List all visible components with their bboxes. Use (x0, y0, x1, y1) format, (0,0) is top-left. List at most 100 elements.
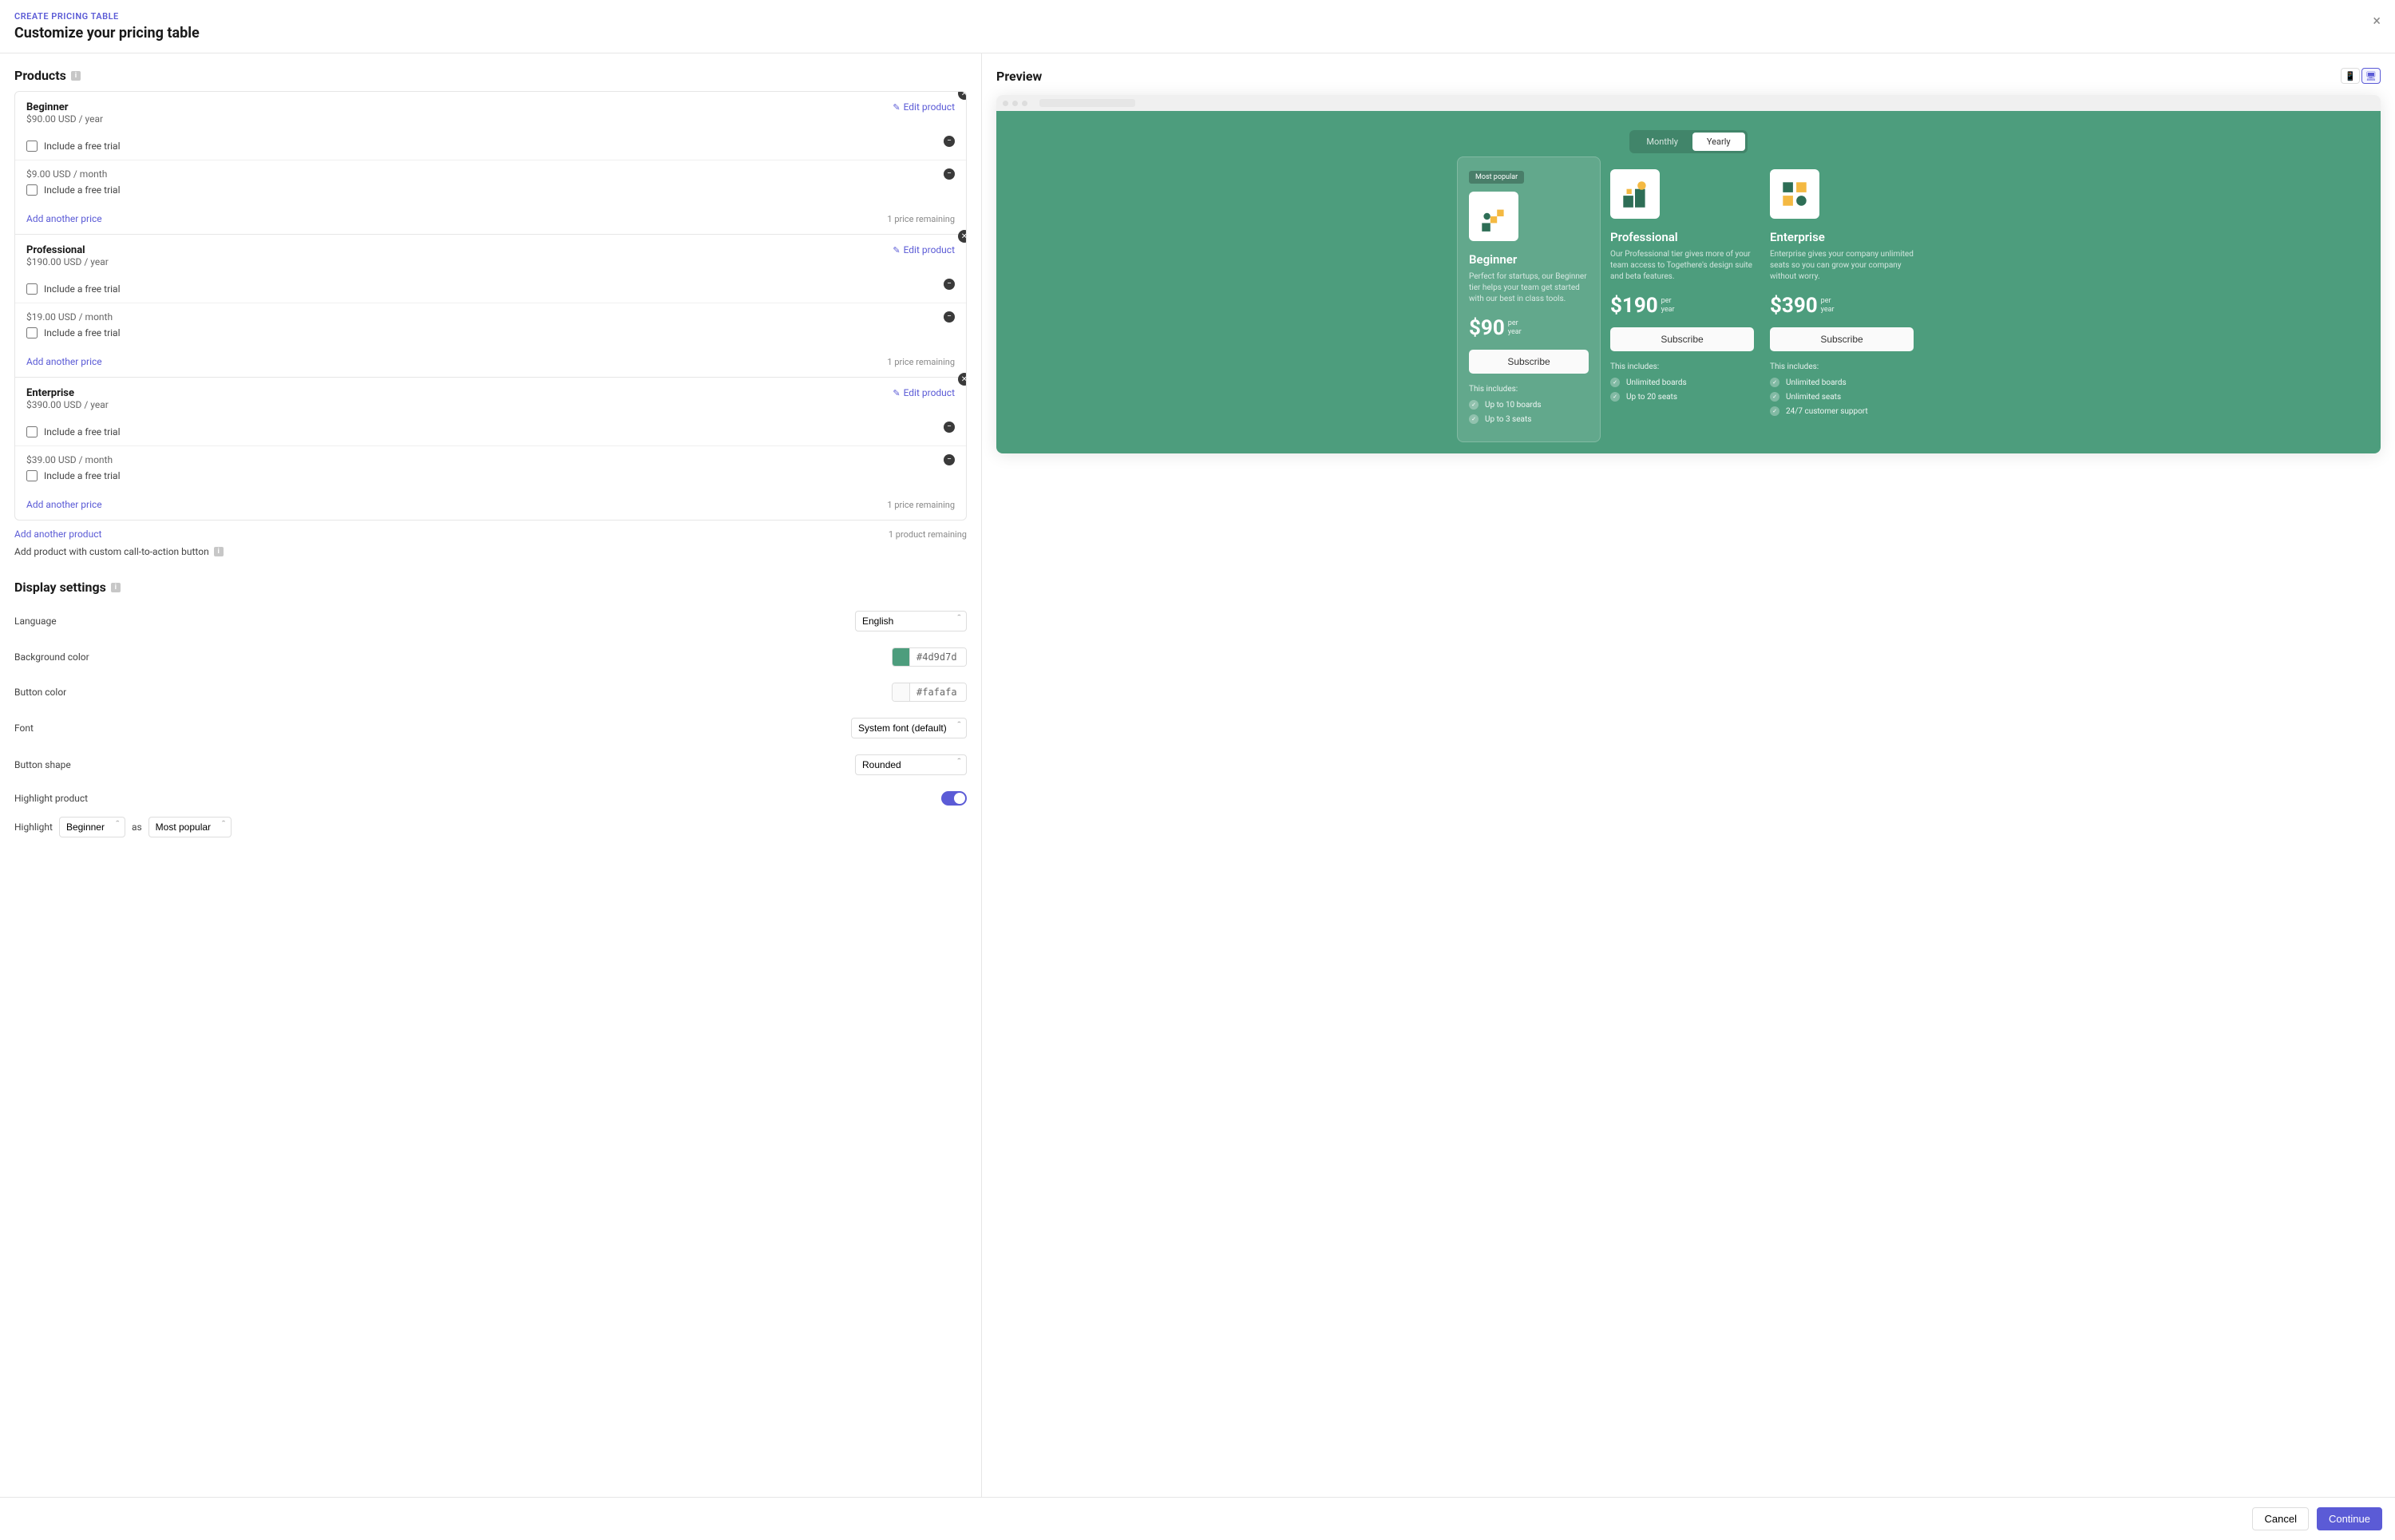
add-another-price-link[interactable]: Add another price (26, 356, 102, 367)
product-price: $390.00 USD / year (26, 399, 955, 410)
remove-price-icon[interactable]: − (944, 422, 955, 433)
edit-product-link[interactable]: Edit product (893, 244, 955, 255)
free-trial-label: Include a free trial (44, 426, 121, 437)
plan-icon (1770, 169, 1819, 219)
free-trial-label: Include a free trial (44, 184, 121, 196)
device-mobile-button[interactable]: 📱 (2341, 68, 2360, 84)
plan-price: $90peryear (1469, 316, 1589, 340)
plan-icon (1610, 169, 1660, 219)
plan-description: Enterprise gives your company unlimited … (1770, 249, 1914, 283)
products-heading-text: Products (14, 68, 66, 83)
preview-browser: Monthly Yearly Most popular Beginner Perfe… (996, 95, 2381, 453)
plan-name: Professional (1610, 230, 1754, 244)
breadcrumb: CREATE PRICING TABLE (14, 11, 2381, 22)
subscribe-button[interactable]: Subscribe (1469, 350, 1589, 374)
includes-label: This includes: (1469, 385, 1589, 394)
plan-description: Our Professional tier gives more of your… (1610, 249, 1754, 283)
highlight-product-select[interactable]: Beginner (59, 817, 125, 837)
language-label: Language (14, 616, 57, 627)
add-another-product-link[interactable]: Add another product (14, 529, 101, 540)
plan-icon (1469, 192, 1518, 241)
product-name: Beginner (26, 101, 955, 113)
free-trial-checkbox[interactable]: Include a free trial (26, 470, 955, 481)
close-icon[interactable]: × (2373, 13, 2381, 30)
info-icon[interactable]: i (214, 547, 224, 556)
free-trial-checkbox[interactable]: Include a free trial (26, 184, 955, 196)
bg-color-input[interactable] (892, 647, 967, 667)
product-card: ✕Enterprise$390.00 USD / yearEdit produc… (15, 378, 966, 520)
free-trial-label: Include a free trial (44, 283, 121, 295)
product-price: $90.00 USD / year (26, 113, 955, 125)
free-trial-label: Include a free trial (44, 470, 121, 481)
period-monthly[interactable]: Monthly (1632, 133, 1692, 151)
plan-name: Beginner (1469, 252, 1589, 267)
plan-feature: Unlimited boards (1610, 378, 1754, 387)
display-settings-heading: Display settings i (14, 580, 967, 595)
subscribe-button[interactable]: Subscribe (1610, 327, 1754, 351)
free-trial-checkbox[interactable]: Include a free trial (26, 426, 955, 437)
product-price: $19.00 USD / month (26, 311, 955, 323)
price-remaining-text: 1 price remaining (887, 214, 955, 224)
price-remaining-text: 1 price remaining (887, 357, 955, 367)
highlight-prefix: Highlight (14, 821, 53, 833)
includes-label: This includes: (1770, 362, 1914, 371)
plan-feature: Unlimited boards (1770, 378, 1914, 387)
edit-product-link[interactable]: Edit product (893, 101, 955, 113)
continue-button[interactable]: Continue (2317, 1507, 2382, 1530)
period-yearly[interactable]: Yearly (1692, 133, 1745, 151)
product-name: Enterprise (26, 387, 955, 399)
preview-heading: Preview (996, 69, 1042, 84)
button-color-input[interactable] (892, 683, 967, 702)
free-trial-checkbox[interactable]: Include a free trial (26, 283, 955, 295)
btn-color-label: Button color (14, 687, 66, 698)
plan-card: Professional Our Professional tier gives … (1610, 169, 1754, 430)
btn-color-text[interactable] (910, 683, 966, 701)
price-remaining-text: 1 price remaining (887, 500, 955, 510)
product-card: ✕Beginner$90.00 USD / yearEdit product−I… (15, 92, 966, 235)
bg-swatch[interactable] (893, 648, 910, 666)
plan-feature: Unlimited seats (1770, 392, 1914, 402)
plan-description: Perfect for startups, our Beginner tier … (1469, 271, 1589, 305)
plan-feature: Up to 3 seats (1469, 414, 1589, 424)
display-settings-heading-text: Display settings (14, 580, 106, 595)
free-trial-checkbox[interactable]: Include a free trial (26, 327, 955, 338)
highlight-badge-select[interactable]: Most popular (148, 817, 232, 837)
product-remaining-text: 1 product remaining (889, 529, 967, 540)
device-desktop-button[interactable]: 🖥 (2361, 68, 2381, 84)
plan-card: Most popular Beginner Perfect for startups… (1457, 156, 1601, 442)
products-heading: Products i (14, 68, 967, 83)
remove-price-icon[interactable]: − (944, 454, 955, 465)
remove-price-icon[interactable]: − (944, 279, 955, 290)
bg-color-label: Background color (14, 651, 89, 663)
product-price: $9.00 USD / month (26, 168, 955, 180)
free-trial-checkbox[interactable]: Include a free trial (26, 141, 955, 152)
most-popular-badge: Most popular (1469, 171, 1524, 184)
product-card: ✕Professional$190.00 USD / yearEdit prod… (15, 235, 966, 378)
bg-color-text[interactable] (910, 648, 966, 666)
highlight-toggle[interactable] (941, 791, 967, 806)
remove-price-icon[interactable]: − (944, 311, 955, 323)
add-another-price-link[interactable]: Add another price (26, 213, 102, 224)
highlight-label: Highlight product (14, 793, 88, 804)
info-icon[interactable]: i (111, 583, 121, 592)
language-select[interactable]: English (855, 611, 967, 631)
btn-swatch[interactable] (893, 683, 910, 701)
subscribe-button[interactable]: Subscribe (1770, 327, 1914, 351)
free-trial-label: Include a free trial (44, 327, 121, 338)
page-header: CREATE PRICING TABLE Customize your pric… (0, 0, 2395, 53)
plan-price: $390peryear (1770, 294, 1914, 318)
plan-feature: 24/7 customer support (1770, 406, 1914, 416)
left-panel: Products i ✕Beginner$90.00 USD / yearEdi… (0, 53, 982, 1497)
edit-product-link[interactable]: Edit product (893, 387, 955, 398)
plans-row: Most popular Beginner Perfect for startups… (1019, 169, 2358, 430)
footer: Cancel Continue (0, 1497, 2395, 1540)
free-trial-label: Include a free trial (44, 141, 121, 152)
add-another-price-link[interactable]: Add another price (26, 499, 102, 510)
remove-price-icon[interactable]: − (944, 136, 955, 147)
cancel-button[interactable]: Cancel (2252, 1507, 2308, 1530)
shape-select[interactable]: Rounded (855, 754, 967, 775)
plan-price: $190peryear (1610, 294, 1754, 318)
remove-price-icon[interactable]: − (944, 168, 955, 180)
info-icon[interactable]: i (71, 71, 81, 81)
font-select[interactable]: System font (default) (851, 718, 967, 738)
